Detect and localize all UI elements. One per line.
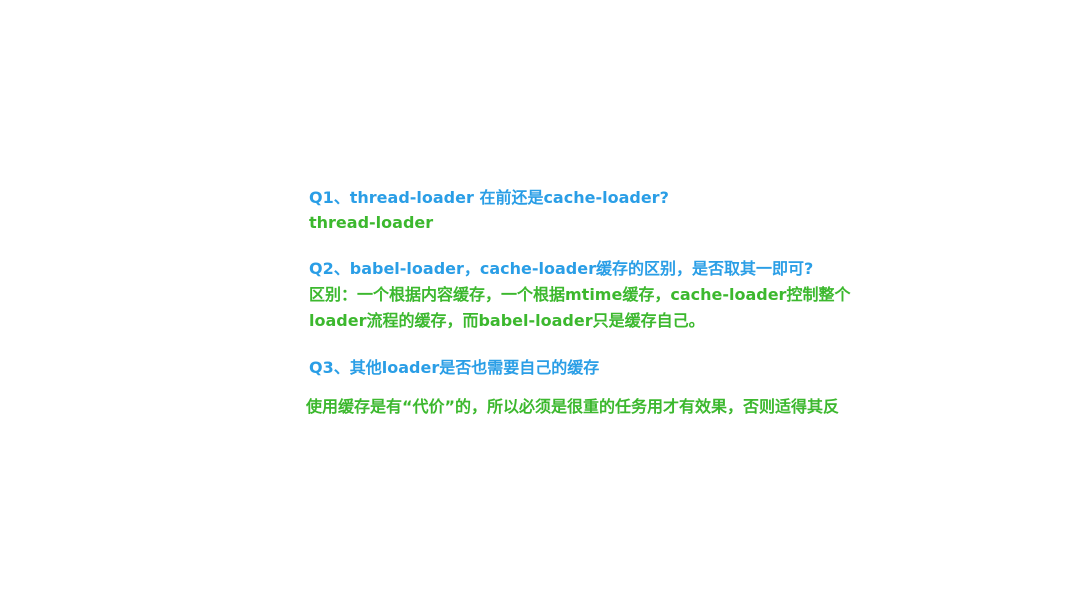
question-2: Q2、babel-loader，cache-loader缓存的区别，是否取其一即… [309,259,814,278]
slide: Q1、thread-loader 在前还是cache-loader? threa… [0,0,1080,608]
answer-2-line-2: loader流程的缓存，而babel-loader只是缓存自己。 [309,311,705,330]
answer-2-line-1: 区别：一个根据内容缓存，一个根据mtime缓存，cache-loader控制整个 [309,285,851,304]
question-1: Q1、thread-loader 在前还是cache-loader? [309,188,669,207]
answer-1: thread-loader [309,213,434,232]
question-3: Q3、其他loader是否也需要自己的缓存 [309,358,600,377]
answer-3: 使用缓存是有“代价”的，所以必须是很重的任务用才有效果，否则适得其反 [306,397,840,416]
